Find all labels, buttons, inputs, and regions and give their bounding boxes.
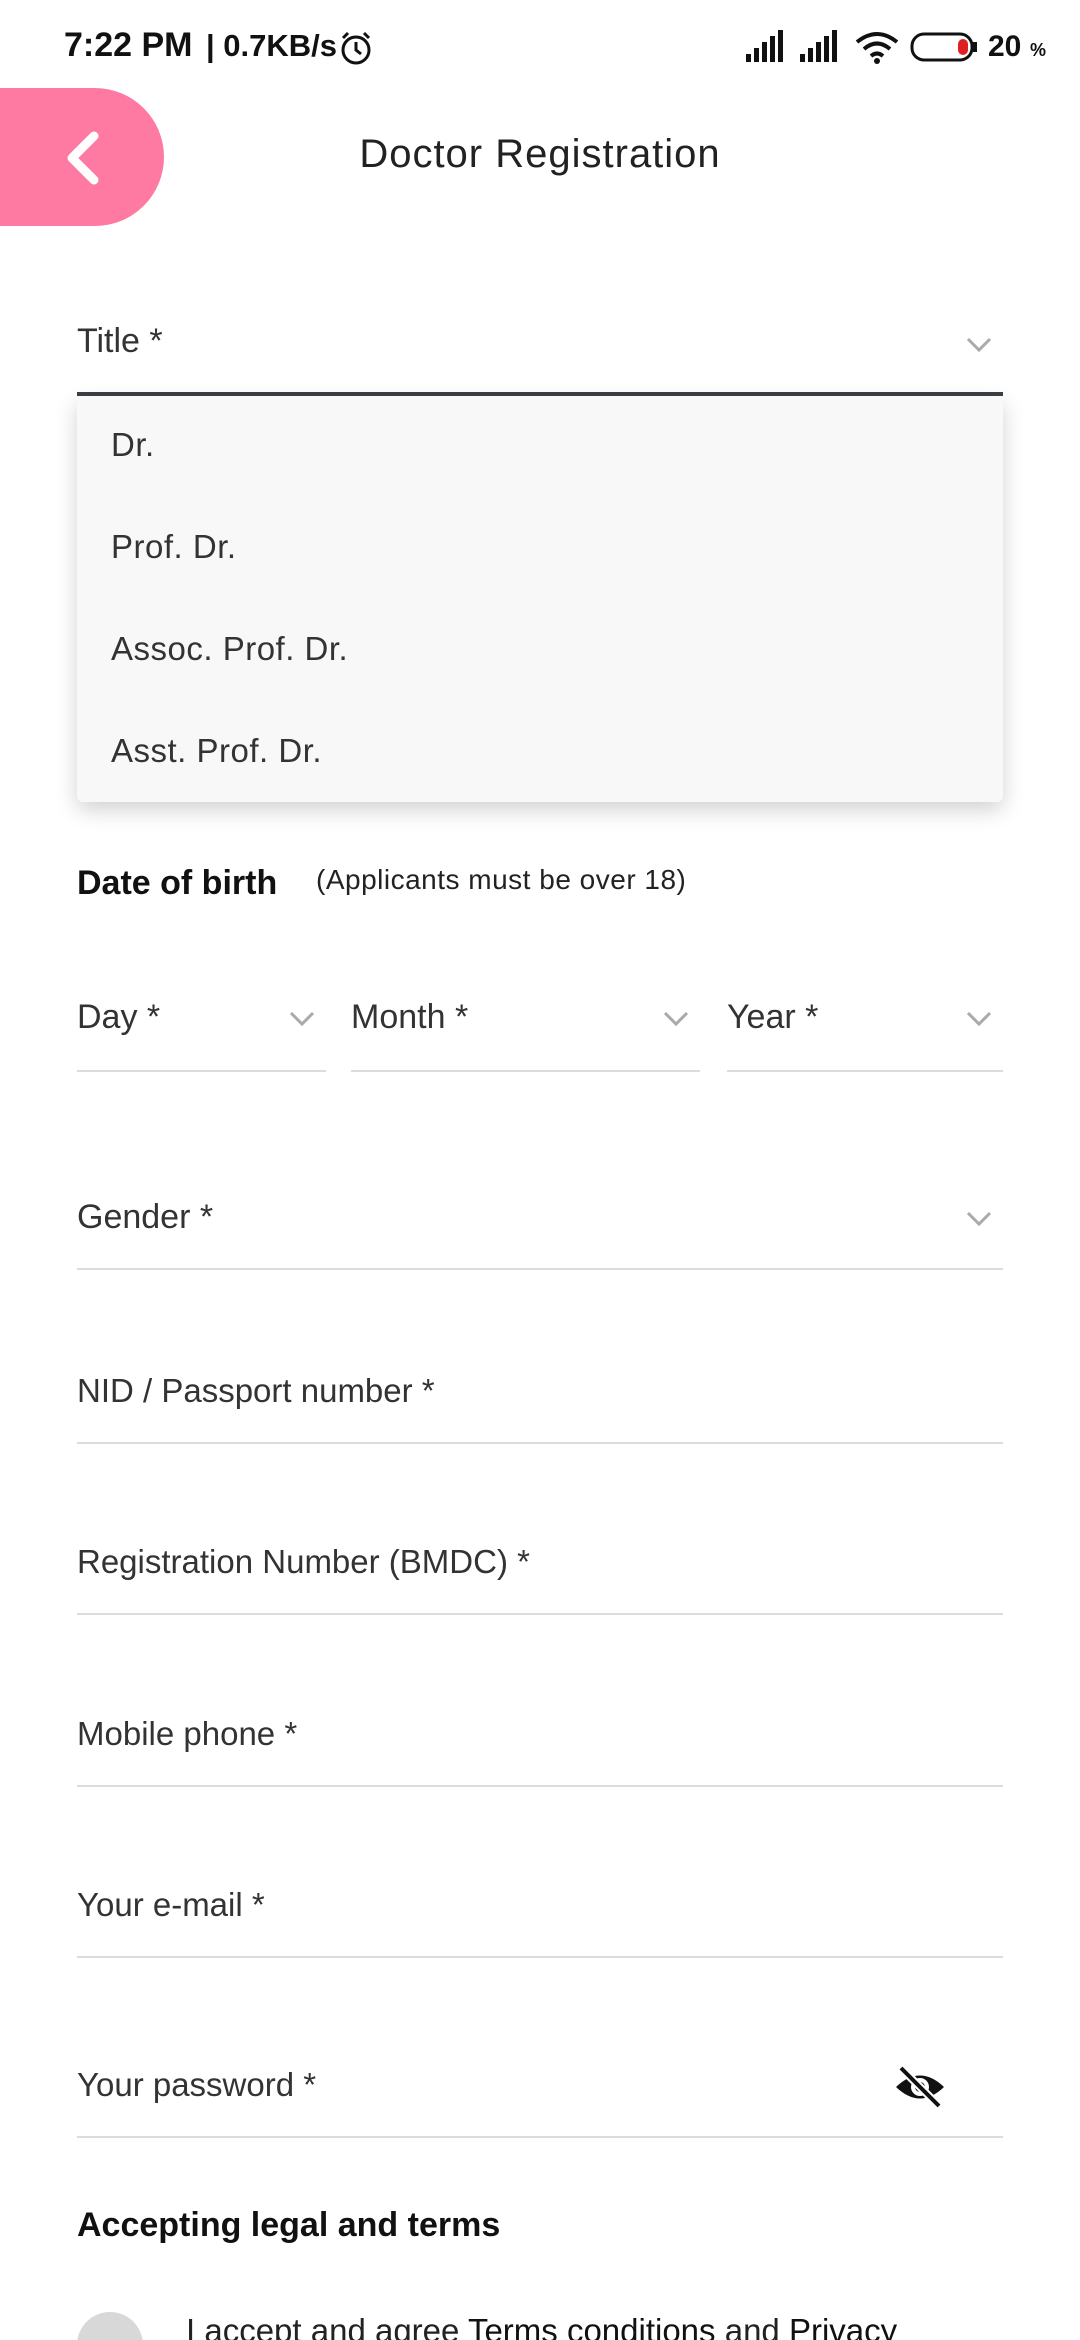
terms-link[interactable]: Terms conditions <box>468 2312 716 2340</box>
status-bar: 7:22 PM | 0.7KB/s 20 % <box>0 0 1080 100</box>
gender-select[interactable]: Gender * <box>77 1178 1003 1270</box>
month-select[interactable]: Month * <box>351 980 700 1072</box>
privacy-link[interactable]: Privacy <box>789 2312 897 2340</box>
chevron-down-icon <box>966 337 992 353</box>
password-input[interactable]: Your password * <box>77 2046 1003 2138</box>
title-option-dr[interactable]: Dr. <box>111 426 155 464</box>
chevron-down-icon <box>663 1011 689 1027</box>
percent-sign: % <box>1030 40 1047 60</box>
year-label: Year * <box>727 998 819 1036</box>
eye-off-icon[interactable] <box>893 2064 947 2115</box>
page-title: Doctor Registration <box>359 132 721 176</box>
day-label: Day * <box>77 998 161 1036</box>
email-label: Your e-mail * <box>77 1886 265 1923</box>
year-select[interactable]: Year * <box>727 980 1003 1072</box>
battery-icon <box>910 30 980 69</box>
registration-number-label: Registration Number (BMDC) * <box>77 1543 530 1580</box>
status-time: 7:22 PM <box>64 26 193 64</box>
mobile-phone-label: Mobile phone * <box>77 1715 298 1752</box>
title-option-prof-dr[interactable]: Prof. Dr. <box>111 528 237 566</box>
signal-icon <box>744 30 786 69</box>
nid-passport-input[interactable]: NID / Passport number * <box>77 1352 1003 1444</box>
title-select[interactable]: Title * <box>77 300 1003 397</box>
password-label: Your password * <box>77 2066 317 2103</box>
signal-icon-2 <box>798 30 840 69</box>
chevron-down-icon <box>966 1211 992 1227</box>
chevron-down-icon <box>966 1011 992 1027</box>
status-network-speed: | 0.7KB/s <box>206 28 338 63</box>
nid-passport-label: NID / Passport number * <box>77 1372 435 1409</box>
dob-note: (Applicants must be over 18) <box>316 864 687 895</box>
accept-prefix: I accept and agree <box>186 2312 468 2340</box>
email-input[interactable]: Your e-mail * <box>77 1866 1003 1958</box>
title-label: Title * <box>77 322 163 360</box>
registration-number-input[interactable]: Registration Number (BMDC) * <box>77 1523 1003 1615</box>
title-option-assoc-prof-dr[interactable]: Assoc. Prof. Dr. <box>111 630 348 668</box>
wifi-icon <box>854 30 900 69</box>
alarm-icon <box>338 30 374 71</box>
title-option-asst-prof-dr[interactable]: Asst. Prof. Dr. <box>111 732 322 770</box>
accept-and: and <box>715 2312 789 2340</box>
accept-terms-checkbox[interactable] <box>77 2312 143 2340</box>
legal-heading: Accepting legal and terms <box>77 2206 501 2244</box>
mobile-phone-input[interactable]: Mobile phone * <box>77 1695 1003 1787</box>
dob-heading: Date of birth <box>77 864 278 902</box>
page: 7:22 PM | 0.7KB/s 20 % Doctor Registrati… <box>0 0 1080 2340</box>
battery-percent: 20 <box>988 30 1022 63</box>
title-dropdown-menu: Dr. Prof. Dr. Assoc. Prof. Dr. Asst. Pro… <box>77 396 1003 802</box>
month-label: Month * <box>351 998 469 1036</box>
accept-terms-text: I accept and agree Terms conditions and … <box>186 2312 897 2340</box>
gender-label: Gender * <box>77 1198 214 1236</box>
chevron-down-icon <box>289 1011 315 1027</box>
day-select[interactable]: Day * <box>77 980 326 1072</box>
